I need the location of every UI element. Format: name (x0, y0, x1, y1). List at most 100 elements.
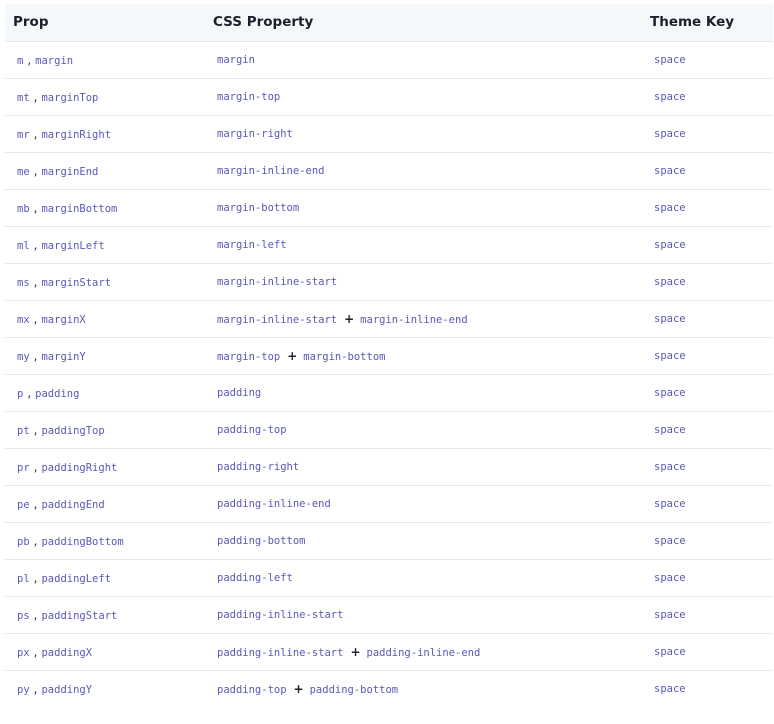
prop-cell: me, marginEnd (5, 152, 205, 190)
prop-long: paddingBottom (41, 535, 124, 548)
table-row: mb, marginBottom margin-bottom space (5, 189, 773, 227)
prop-separator: , (33, 459, 38, 474)
theme-key-cell: space (641, 559, 773, 597)
css-plus: + (350, 644, 361, 659)
theme-key: space (654, 571, 686, 584)
table-row: m, margin margin space (5, 41, 773, 79)
prop-separator: , (33, 533, 38, 548)
prop-long: paddingY (41, 683, 93, 696)
theme-key-cell: space (641, 411, 773, 449)
css-property-cell: padding-top (205, 411, 641, 449)
prop-separator: , (33, 89, 38, 104)
css-property-cell: padding-inline-start (205, 596, 641, 634)
prop-cell: p, padding (5, 374, 205, 412)
table-row: ps, paddingStart padding-inline-start space (5, 596, 773, 634)
prop-short: pl (17, 572, 30, 585)
prop-short: p (17, 387, 24, 400)
prop-separator: , (33, 570, 38, 585)
prop-short: mb (17, 202, 30, 215)
prop-short: ml (17, 239, 30, 252)
prop-cell: m, margin (5, 41, 205, 79)
theme-key: space (654, 460, 686, 473)
css-property: margin-left (217, 238, 287, 251)
css-property: padding-inline-end (366, 646, 481, 659)
prop-cell: mx, marginX (5, 300, 205, 338)
prop-short: mr (17, 128, 30, 141)
css-property-cell: margin-left (205, 226, 641, 264)
css-property: padding-bottom (309, 683, 399, 696)
prop-long: marginY (41, 350, 86, 363)
css-property: padding-left (217, 571, 293, 584)
prop-long: margin (35, 54, 74, 67)
theme-key-cell: space (641, 374, 773, 412)
theme-key: space (654, 645, 686, 658)
theme-key-cell: space (641, 300, 773, 338)
css-property-cell: padding-inline-start + padding-inline-end (205, 633, 641, 671)
table-row: ms, marginStart margin-inline-start space (5, 263, 773, 301)
prop-long: marginStart (41, 276, 112, 289)
theme-key-cell: space (641, 115, 773, 153)
table-row: pr, paddingRight padding-right space (5, 448, 773, 486)
prop-short: m (17, 54, 24, 67)
css-property: margin-inline-start (217, 313, 338, 326)
theme-key: space (654, 682, 686, 695)
table-row: px, paddingX padding-inline-start + padding-… (5, 633, 773, 671)
theme-key-cell: space (641, 41, 773, 79)
css-plus: + (293, 681, 304, 696)
prop-separator: , (33, 126, 38, 141)
prop-cell: ms, marginStart (5, 263, 205, 301)
css-property: padding-right (217, 460, 300, 473)
prop-cell: ml, marginLeft (5, 226, 205, 264)
table-row: ml, marginLeft margin-left space (5, 226, 773, 264)
prop-separator: , (33, 311, 38, 326)
theme-key-cell: space (641, 189, 773, 227)
prop-long: padding (35, 387, 80, 400)
prop-separator: , (33, 496, 38, 511)
css-property-cell: margin-bottom (205, 189, 641, 227)
css-property: padding-top (217, 423, 287, 436)
css-property-cell: padding-inline-end (205, 485, 641, 523)
prop-cell: mt, marginTop (5, 78, 205, 116)
table-row: pl, paddingLeft padding-left space (5, 559, 773, 597)
prop-separator: , (33, 607, 38, 622)
theme-key: space (654, 90, 686, 103)
theme-key: space (654, 275, 686, 288)
theme-key-cell: space (641, 78, 773, 116)
css-property: margin-inline-end (217, 164, 325, 177)
header-css-property: CSS Property (205, 4, 641, 42)
css-property: margin-top (217, 90, 281, 103)
prop-long: marginEnd (41, 165, 99, 178)
css-property-cell: margin-top + margin-bottom (205, 337, 641, 375)
css-property: margin (217, 53, 255, 66)
prop-short: ps (17, 609, 30, 622)
table-body: m, margin margin space mt, marginTop margin-to… (5, 41, 773, 707)
table-row: mx, marginX margin-inline-start + margin-inl… (5, 300, 773, 338)
prop-long: paddingRight (41, 461, 118, 474)
theme-key-cell: space (641, 522, 773, 560)
theme-key: space (654, 608, 686, 621)
props-table-container: Prop CSS Property Theme Key m, margin marg… (5, 4, 773, 707)
header-prop: Prop (5, 4, 205, 42)
theme-key-cell: space (641, 670, 773, 707)
theme-key: space (654, 312, 686, 325)
prop-cell: my, marginY (5, 337, 205, 375)
prop-cell: pe, paddingEnd (5, 485, 205, 523)
prop-separator: , (33, 422, 38, 437)
prop-cell: px, paddingX (5, 633, 205, 671)
css-property-cell: padding-right (205, 448, 641, 486)
header-theme-key: Theme Key (641, 4, 773, 42)
prop-short: ms (17, 276, 30, 289)
prop-short: pt (17, 424, 30, 437)
css-property: padding-top (217, 683, 287, 696)
prop-cell: pl, paddingLeft (5, 559, 205, 597)
table-header: Prop CSS Property Theme Key (5, 4, 773, 42)
theme-key-cell: space (641, 337, 773, 375)
theme-key: space (654, 53, 686, 66)
prop-separator: , (33, 274, 38, 289)
prop-long: paddingTop (41, 424, 105, 437)
css-property: padding-inline-end (217, 497, 331, 510)
prop-long: marginTop (41, 91, 99, 104)
theme-key: space (654, 201, 686, 214)
table-row: pb, paddingBottom padding-bottom space (5, 522, 773, 560)
prop-cell: ps, paddingStart (5, 596, 205, 634)
